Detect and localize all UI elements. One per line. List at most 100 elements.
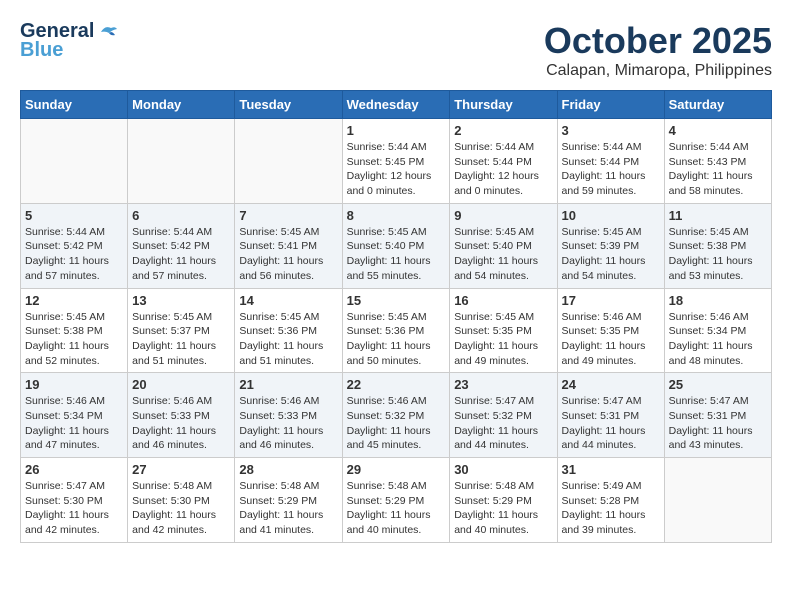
day-number: 9	[454, 208, 552, 223]
calendar-day-cell: 9 Sunrise: 5:45 AMSunset: 5:40 PMDaylight…	[450, 203, 557, 288]
calendar-header-row: Sunday Monday Tuesday Wednesday Thursday…	[21, 91, 772, 119]
day-info: Sunrise: 5:44 AMSunset: 5:44 PMDaylight:…	[454, 140, 552, 199]
page-title: October 2025	[544, 20, 772, 62]
day-info: Sunrise: 5:48 AMSunset: 5:29 PMDaylight:…	[347, 479, 446, 538]
day-info: Sunrise: 5:45 AMSunset: 5:35 PMDaylight:…	[454, 310, 552, 369]
calendar-day-cell: 27Sunrise: 5:48 AMSunset: 5:30 PMDayligh…	[128, 458, 235, 543]
day-info: Sunrise: 5:48 AMSunset: 5:29 PMDaylight:…	[454, 479, 552, 538]
calendar-day-cell: 14 Sunrise: 5:45 AMSunset: 5:36 PMDayligh…	[235, 288, 342, 373]
calendar-day-cell: 28 Sunrise: 5:48 AMSunset: 5:29 PMDayligh…	[235, 458, 342, 543]
day-info: Sunrise: 5:48 AMSunset: 5:30 PMDaylight:…	[132, 479, 230, 538]
logo: General Blue	[20, 20, 119, 62]
calendar-day-cell: 26 Sunrise: 5:47 AMSunset: 5:30 PMDayligh…	[21, 458, 128, 543]
day-number: 12	[25, 293, 123, 308]
calendar-day-cell: 21 Sunrise: 5:46 AMSunset: 5:33 PMDayligh…	[235, 373, 342, 458]
day-number: 16	[454, 293, 552, 308]
day-number: 20	[132, 377, 230, 392]
day-info: Sunrise: 5:45 AMSunset: 5:40 PMDaylight:…	[454, 225, 552, 284]
day-info: Sunrise: 5:45 AMSunset: 5:36 PMDaylight:…	[239, 310, 337, 369]
calendar-day-cell	[21, 119, 128, 204]
day-info: Sunrise: 5:45 AMSunset: 5:38 PMDaylight:…	[669, 225, 767, 284]
calendar-day-cell: 7 Sunrise: 5:45 AMSunset: 5:41 PMDaylight…	[235, 203, 342, 288]
calendar-day-cell: 11 Sunrise: 5:45 AMSunset: 5:38 PMDayligh…	[664, 203, 771, 288]
day-number: 13	[132, 293, 230, 308]
calendar-day-cell: 24 Sunrise: 5:47 AMSunset: 5:31 PMDayligh…	[557, 373, 664, 458]
calendar-day-cell: 6 Sunrise: 5:44 AMSunset: 5:42 PMDaylight…	[128, 203, 235, 288]
calendar-week-1: 1 Sunrise: 5:44 AMSunset: 5:45 PMDaylight…	[21, 119, 772, 204]
day-number: 6	[132, 208, 230, 223]
day-info: Sunrise: 5:47 AMSunset: 5:31 PMDaylight:…	[669, 394, 767, 453]
calendar-day-cell	[664, 458, 771, 543]
day-number: 7	[239, 208, 337, 223]
header-monday: Monday	[128, 91, 235, 119]
calendar-week-3: 12 Sunrise: 5:45 AMSunset: 5:38 PMDayligh…	[21, 288, 772, 373]
day-number: 23	[454, 377, 552, 392]
day-info: Sunrise: 5:47 AMSunset: 5:31 PMDaylight:…	[562, 394, 660, 453]
day-number: 22	[347, 377, 446, 392]
day-number: 15	[347, 293, 446, 308]
day-info: Sunrise: 5:45 AMSunset: 5:38 PMDaylight:…	[25, 310, 123, 369]
day-number: 29	[347, 462, 446, 477]
day-info: Sunrise: 5:45 AMSunset: 5:36 PMDaylight:…	[347, 310, 446, 369]
header-tuesday: Tuesday	[235, 91, 342, 119]
day-number: 24	[562, 377, 660, 392]
calendar-day-cell: 18 Sunrise: 5:46 AMSunset: 5:34 PMDayligh…	[664, 288, 771, 373]
calendar-day-cell: 31 Sunrise: 5:49 AMSunset: 5:28 PMDayligh…	[557, 458, 664, 543]
calendar-day-cell: 17Sunrise: 5:46 AMSunset: 5:35 PMDayligh…	[557, 288, 664, 373]
day-number: 25	[669, 377, 767, 392]
day-info: Sunrise: 5:47 AMSunset: 5:32 PMDaylight:…	[454, 394, 552, 453]
day-number: 26	[25, 462, 123, 477]
calendar-day-cell: 8Sunrise: 5:45 AMSunset: 5:40 PMDaylight…	[342, 203, 450, 288]
day-info: Sunrise: 5:46 AMSunset: 5:32 PMDaylight:…	[347, 394, 446, 453]
calendar-day-cell: 15 Sunrise: 5:45 AMSunset: 5:36 PMDayligh…	[342, 288, 450, 373]
calendar-week-4: 19Sunrise: 5:46 AMSunset: 5:34 PMDayligh…	[21, 373, 772, 458]
day-info: Sunrise: 5:45 AMSunset: 5:41 PMDaylight:…	[239, 225, 337, 284]
calendar-day-cell: 16 Sunrise: 5:45 AMSunset: 5:35 PMDayligh…	[450, 288, 557, 373]
calendar-day-cell: 25 Sunrise: 5:47 AMSunset: 5:31 PMDayligh…	[664, 373, 771, 458]
calendar-day-cell: 22 Sunrise: 5:46 AMSunset: 5:32 PMDayligh…	[342, 373, 450, 458]
day-info: Sunrise: 5:45 AMSunset: 5:39 PMDaylight:…	[562, 225, 660, 284]
calendar-day-cell	[128, 119, 235, 204]
calendar-day-cell	[235, 119, 342, 204]
title-block: October 2025 Calapan, Mimaropa, Philippi…	[544, 20, 772, 80]
day-info: Sunrise: 5:47 AMSunset: 5:30 PMDaylight:…	[25, 479, 123, 538]
calendar-day-cell: 19Sunrise: 5:46 AMSunset: 5:34 PMDayligh…	[21, 373, 128, 458]
day-number: 5	[25, 208, 123, 223]
calendar-day-cell: 12 Sunrise: 5:45 AMSunset: 5:38 PMDayligh…	[21, 288, 128, 373]
day-info: Sunrise: 5:45 AMSunset: 5:40 PMDaylight:…	[347, 225, 446, 284]
day-number: 31	[562, 462, 660, 477]
day-number: 2	[454, 123, 552, 138]
day-info: Sunrise: 5:44 AMSunset: 5:44 PMDaylight:…	[562, 140, 660, 199]
calendar-day-cell: 13Sunrise: 5:45 AMSunset: 5:37 PMDayligh…	[128, 288, 235, 373]
calendar-week-5: 26 Sunrise: 5:47 AMSunset: 5:30 PMDayligh…	[21, 458, 772, 543]
day-info: Sunrise: 5:46 AMSunset: 5:33 PMDaylight:…	[132, 394, 230, 453]
day-info: Sunrise: 5:46 AMSunset: 5:33 PMDaylight:…	[239, 394, 337, 453]
calendar-day-cell: 30 Sunrise: 5:48 AMSunset: 5:29 PMDayligh…	[450, 458, 557, 543]
calendar-day-cell: 23 Sunrise: 5:47 AMSunset: 5:32 PMDayligh…	[450, 373, 557, 458]
day-number: 1	[347, 123, 446, 138]
day-info: Sunrise: 5:44 AMSunset: 5:45 PMDaylight:…	[347, 140, 446, 199]
day-number: 14	[239, 293, 337, 308]
day-info: Sunrise: 5:44 AMSunset: 5:43 PMDaylight:…	[669, 140, 767, 199]
day-info: Sunrise: 5:46 AMSunset: 5:34 PMDaylight:…	[669, 310, 767, 369]
day-info: Sunrise: 5:49 AMSunset: 5:28 PMDaylight:…	[562, 479, 660, 538]
day-info: Sunrise: 5:46 AMSunset: 5:35 PMDaylight:…	[562, 310, 660, 369]
day-info: Sunrise: 5:46 AMSunset: 5:34 PMDaylight:…	[25, 394, 123, 453]
calendar-day-cell: 4Sunrise: 5:44 AMSunset: 5:43 PMDaylight…	[664, 119, 771, 204]
day-number: 28	[239, 462, 337, 477]
header-friday: Friday	[557, 91, 664, 119]
page-header: General Blue October 2025 Calapan, Mimar…	[20, 20, 772, 80]
page-subtitle: Calapan, Mimaropa, Philippines	[544, 62, 772, 80]
calendar-day-cell: 3Sunrise: 5:44 AMSunset: 5:44 PMDaylight…	[557, 119, 664, 204]
calendar-day-cell: 5 Sunrise: 5:44 AMSunset: 5:42 PMDaylight…	[21, 203, 128, 288]
day-number: 21	[239, 377, 337, 392]
calendar-day-cell: 29 Sunrise: 5:48 AMSunset: 5:29 PMDayligh…	[342, 458, 450, 543]
day-info: Sunrise: 5:48 AMSunset: 5:29 PMDaylight:…	[239, 479, 337, 538]
day-number: 11	[669, 208, 767, 223]
header-wednesday: Wednesday	[342, 91, 450, 119]
day-number: 18	[669, 293, 767, 308]
day-info: Sunrise: 5:44 AMSunset: 5:42 PMDaylight:…	[25, 225, 123, 284]
day-number: 30	[454, 462, 552, 477]
header-saturday: Saturday	[664, 91, 771, 119]
day-info: Sunrise: 5:44 AMSunset: 5:42 PMDaylight:…	[132, 225, 230, 284]
